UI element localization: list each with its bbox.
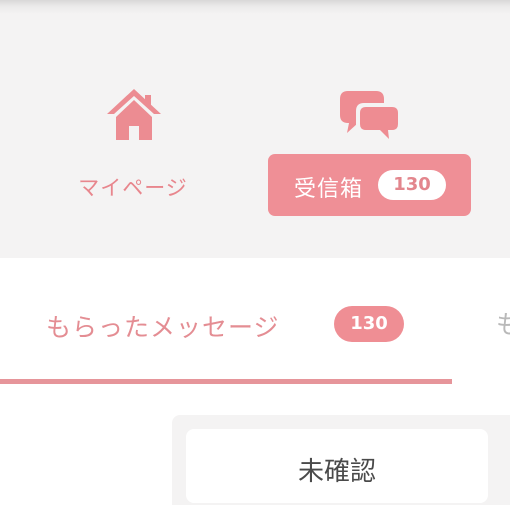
header-shadow: [0, 0, 510, 14]
filter-unconfirmed-label: 未確認: [297, 457, 376, 487]
filter-unconfirmed-button[interactable]: 未確認: [186, 429, 488, 503]
nav-inbox-label: 受信箱: [294, 177, 364, 202]
active-tab-indicator: [0, 379, 452, 384]
tab-received-count-badge: 130: [334, 306, 404, 342]
tab-received-label: もらったメッセージ: [46, 313, 280, 342]
tab-received-messages[interactable]: もらったメッセージ 130: [0, 258, 452, 386]
home-icon: [107, 89, 161, 140]
inbox-count-badge: 130: [378, 170, 446, 200]
nav-inbox[interactable]: 受信箱 130: [268, 154, 471, 216]
nav-mypage-label: マイページ: [78, 176, 188, 200]
tab-next-partial[interactable]: も: [496, 305, 510, 345]
chat-bubbles-icon: [340, 91, 402, 144]
nav-mypage[interactable]: マイページ: [58, 80, 208, 210]
